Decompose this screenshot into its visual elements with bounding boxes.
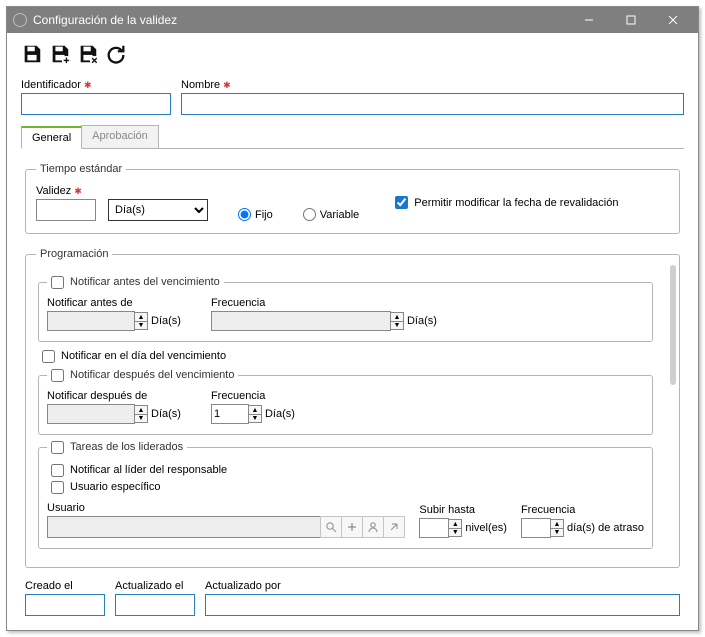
validity-input[interactable]	[36, 199, 96, 221]
up-to-label: Subir hasta	[419, 504, 507, 516]
leader-tasks-checkbox[interactable]	[51, 441, 64, 454]
required-icon: ✱	[84, 80, 92, 91]
scrollbar-thumb[interactable]	[670, 265, 676, 385]
std-time-group: Tiempo estándar Validez✱ Día(s) Fijo Var…	[25, 163, 680, 234]
spinner[interactable]: ▲▼	[134, 405, 148, 423]
updated-by-input[interactable]	[205, 594, 680, 616]
window-title: Configuración de la validez	[33, 13, 568, 27]
save-close-button[interactable]	[77, 43, 99, 65]
freq-leader-label: Frecuencia	[521, 504, 644, 516]
notify-after-checkbox[interactable]	[51, 369, 64, 382]
name-label: Nombre	[181, 79, 220, 91]
identifier-label: Identificador	[21, 79, 81, 91]
leader-tasks-group: Tareas de los liderados Notificar al líd…	[38, 441, 653, 549]
variable-radio[interactable]	[303, 208, 316, 221]
notify-onday-checkbox[interactable]	[42, 350, 55, 363]
save-button[interactable]	[21, 43, 43, 65]
add-user-icon[interactable]	[341, 516, 363, 538]
scheduling-legend: Programación	[36, 248, 112, 260]
app-icon	[13, 13, 27, 27]
notify-after-label: Notificar después de	[47, 390, 181, 402]
identifier-input[interactable]	[21, 93, 171, 115]
spinner[interactable]: ▲▼	[448, 519, 462, 537]
created-label: Creado el	[25, 580, 105, 592]
freq-after-label: Frecuencia	[211, 390, 295, 402]
save-new-button[interactable]	[49, 43, 71, 65]
notify-after-group: Notificar después del vencimiento Notifi…	[38, 369, 653, 435]
notify-before-input[interactable]	[47, 311, 135, 331]
spinner[interactable]: ▲▼	[134, 312, 148, 330]
updated-by-label: Actualizado por	[205, 580, 680, 592]
spinner[interactable]: ▲▼	[390, 312, 404, 330]
specific-user-checkbox[interactable]	[51, 481, 64, 494]
user-label: Usuario	[47, 502, 405, 514]
notify-before-label: Notificar antes de	[47, 297, 181, 309]
notify-before-group: Notificar antes del vencimiento Notifica…	[38, 276, 653, 342]
updated-label: Actualizado el	[115, 580, 195, 592]
notify-before-checkbox[interactable]	[51, 276, 64, 289]
std-time-legend: Tiempo estándar	[36, 163, 126, 175]
freq-leader-input[interactable]	[521, 518, 551, 538]
created-input[interactable]	[25, 594, 105, 616]
scheduling-group: Programación Notificar antes del vencimi…	[25, 248, 680, 568]
allow-modify-checkbox[interactable]	[395, 196, 408, 209]
required-icon: ✱	[74, 186, 82, 197]
refresh-button[interactable]	[105, 43, 127, 65]
freq-after-input[interactable]	[211, 404, 249, 424]
spinner[interactable]: ▲▼	[550, 519, 564, 537]
validity-label: Validez	[36, 185, 71, 197]
validity-unit-select[interactable]: Día(s)	[108, 199, 208, 221]
required-icon: ✱	[223, 80, 231, 91]
minimize-button[interactable]	[568, 7, 610, 33]
name-input[interactable]	[181, 93, 684, 115]
notify-leader-checkbox[interactable]	[51, 464, 64, 477]
notify-after-input[interactable]	[47, 404, 135, 424]
search-user-icon[interactable]	[320, 516, 342, 538]
spinner[interactable]: ▲▼	[248, 405, 262, 423]
user-icon[interactable]	[362, 516, 384, 538]
freq-before-input[interactable]	[211, 311, 391, 331]
window-frame: Configuración de la validez Identificado…	[6, 6, 699, 631]
close-button[interactable]	[652, 7, 694, 33]
tab-approval[interactable]: Aprobación	[81, 125, 159, 148]
freq-before-label: Frecuencia	[211, 297, 437, 309]
tab-general[interactable]: General	[21, 126, 82, 149]
fixed-radio[interactable]	[238, 208, 251, 221]
title-bar: Configuración de la validez	[7, 7, 698, 33]
toolbar	[21, 41, 684, 73]
user-input[interactable]	[47, 516, 321, 538]
updated-input[interactable]	[115, 594, 195, 616]
arrow-icon[interactable]	[383, 516, 405, 538]
maximize-button[interactable]	[610, 7, 652, 33]
up-to-input[interactable]	[419, 518, 449, 538]
